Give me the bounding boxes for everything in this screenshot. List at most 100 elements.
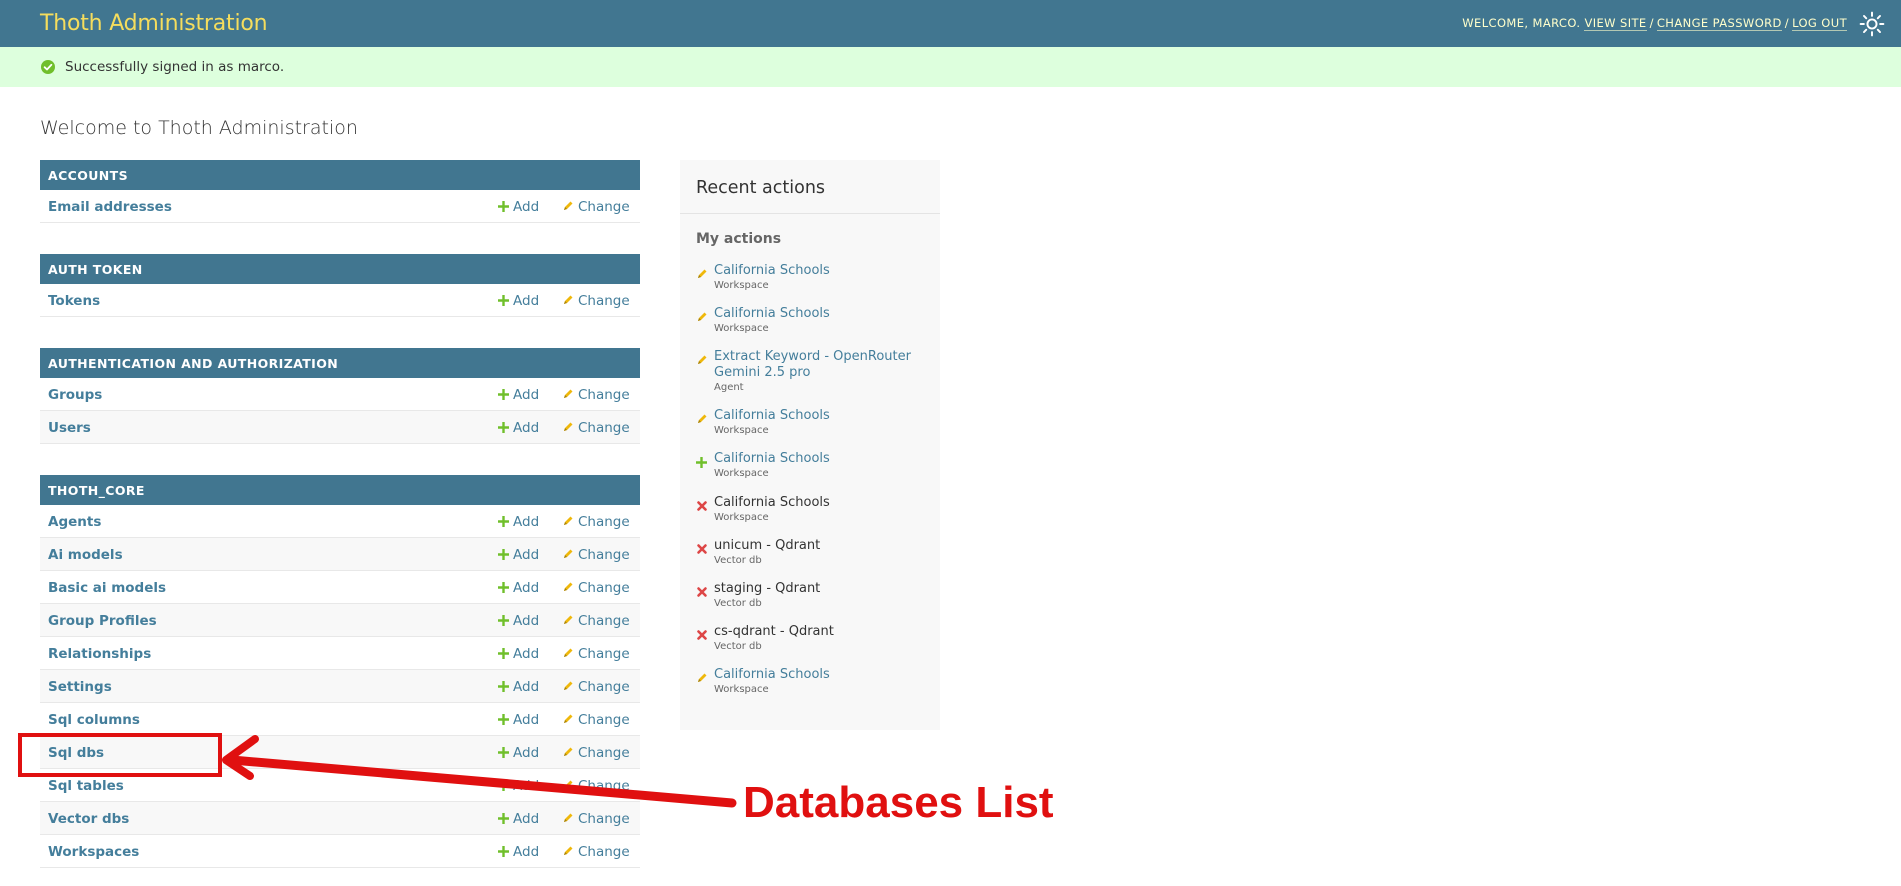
change-link[interactable]: Change bbox=[562, 811, 630, 827]
header: Thoth Administration WELCOME, MARCO. VIE… bbox=[0, 0, 1901, 47]
add-icon bbox=[497, 811, 513, 827]
add-link[interactable]: Add bbox=[497, 293, 540, 309]
change-label: Change bbox=[578, 646, 630, 662]
add-link[interactable]: Add bbox=[497, 387, 540, 403]
app-caption[interactable]: AUTHENTICATION AND AUTHORIZATION bbox=[40, 348, 640, 378]
model-link-basic-ai-models[interactable]: Basic ai models bbox=[48, 580, 166, 596]
delete-icon bbox=[696, 626, 708, 640]
add-link[interactable]: Add bbox=[497, 646, 539, 662]
change-label: Change bbox=[578, 547, 630, 563]
add-link[interactable]: Add bbox=[497, 778, 539, 794]
change-link[interactable]: Change bbox=[562, 679, 630, 695]
view-site-link[interactable]: VIEW SITE bbox=[1584, 16, 1647, 31]
app-caption[interactable]: AUTH TOKEN bbox=[40, 254, 640, 284]
add-link[interactable]: Add bbox=[497, 420, 539, 436]
model-link-vector-dbs[interactable]: Vector dbs bbox=[48, 811, 129, 827]
add-label: Add bbox=[513, 293, 540, 309]
add-link[interactable]: Add bbox=[497, 199, 540, 215]
model-link-workspaces[interactable]: Workspaces bbox=[48, 844, 139, 860]
change-link[interactable]: Change bbox=[562, 547, 630, 563]
add-label: Add bbox=[513, 811, 540, 827]
change-link[interactable]: Change bbox=[562, 844, 630, 860]
change-password-link[interactable]: CHANGE PASSWORD bbox=[1656, 16, 1782, 31]
model-link-email-addresses[interactable]: Email addresses bbox=[48, 199, 172, 215]
pencil-icon bbox=[696, 265, 708, 278]
add-link[interactable]: Add bbox=[497, 745, 539, 761]
action-title[interactable]: California Schools bbox=[714, 408, 934, 424]
model-row-basic-ai-models: Basic ai models Add Change bbox=[40, 571, 640, 604]
add-label: Add bbox=[513, 580, 540, 596]
model-link-users[interactable]: Users bbox=[48, 420, 91, 436]
action-content-type: Vector db bbox=[714, 555, 762, 566]
model-row-settings: Settings Add Change bbox=[40, 670, 640, 703]
add-link[interactable]: Add bbox=[497, 547, 539, 563]
action-title[interactable]: California Schools bbox=[714, 667, 934, 683]
divider bbox=[680, 213, 940, 214]
recent-actions-panel: Recent actions My actions California Sch… bbox=[680, 160, 940, 730]
change-link[interactable]: Change bbox=[562, 745, 630, 761]
add-icon bbox=[497, 199, 513, 215]
model-row-vector-dbs: Vector dbs Add Change bbox=[40, 802, 640, 835]
add-label: Add bbox=[513, 199, 540, 215]
pencil-icon bbox=[562, 745, 578, 761]
sun-icon[interactable] bbox=[1859, 11, 1885, 37]
app-caption[interactable]: ACCOUNTS bbox=[40, 160, 640, 190]
check-circle-icon bbox=[41, 60, 55, 74]
add-icon bbox=[497, 387, 513, 403]
app-caption[interactable]: THOTH_CORE bbox=[40, 475, 640, 505]
delete-icon bbox=[696, 583, 708, 597]
model-row-users: Users Add Change bbox=[40, 411, 640, 444]
change-link[interactable]: Change bbox=[562, 293, 630, 309]
model-link-ai-models[interactable]: Ai models bbox=[48, 547, 123, 563]
model-row-groups: Groups Add Change bbox=[40, 378, 640, 411]
pencil-icon bbox=[696, 410, 708, 423]
add-label: Add bbox=[513, 712, 540, 728]
add-link[interactable]: Add bbox=[497, 844, 539, 860]
action-title: staging - Qdrant bbox=[714, 581, 821, 596]
pencil-icon bbox=[696, 351, 708, 364]
change-link[interactable]: Change bbox=[562, 514, 630, 530]
model-link-relationships[interactable]: Relationships bbox=[48, 646, 151, 662]
action-content-type: Workspace bbox=[714, 280, 769, 291]
change-link[interactable]: Change bbox=[562, 387, 630, 403]
add-link[interactable]: Add bbox=[497, 712, 540, 728]
add-label: Add bbox=[513, 387, 540, 403]
add-link[interactable]: Add bbox=[497, 679, 539, 695]
recent-actions-title: Recent actions bbox=[696, 178, 826, 198]
message-text: Successfully signed in as marco. bbox=[65, 59, 285, 75]
change-link[interactable]: Change bbox=[562, 646, 630, 662]
pencil-icon bbox=[562, 387, 578, 403]
add-icon bbox=[695, 453, 708, 469]
action-title[interactable]: Extract Keyword - OpenRouter Gemini 2.5 … bbox=[714, 349, 934, 381]
action-title[interactable]: California Schools bbox=[714, 263, 934, 279]
site-brand[interactable]: Thoth Administration bbox=[40, 11, 268, 36]
model-link-settings[interactable]: Settings bbox=[48, 679, 112, 695]
change-link[interactable]: Change bbox=[562, 712, 630, 728]
change-link[interactable]: Change bbox=[562, 199, 630, 215]
model-link-sql-columns[interactable]: Sql columns bbox=[48, 712, 140, 728]
model-link-agents[interactable]: Agents bbox=[48, 514, 101, 530]
add-link[interactable]: Add bbox=[497, 580, 540, 596]
add-link[interactable]: Add bbox=[497, 514, 539, 530]
action-title[interactable]: California Schools bbox=[714, 306, 934, 322]
action-title: cs-qdrant - Qdrant bbox=[714, 624, 834, 639]
change-link[interactable]: Change bbox=[562, 420, 630, 436]
pencil-icon bbox=[562, 514, 578, 530]
model-row-relationships: Relationships Add Change bbox=[40, 637, 640, 670]
add-link[interactable]: Add bbox=[497, 811, 540, 827]
change-link[interactable]: Change bbox=[562, 778, 630, 794]
add-icon bbox=[497, 844, 513, 860]
action-content-type: Workspace bbox=[714, 684, 769, 695]
action-title: unicum - Qdrant bbox=[714, 538, 821, 553]
change-link[interactable]: Change bbox=[562, 613, 630, 629]
change-label: Change bbox=[578, 199, 630, 215]
change-link[interactable]: Change bbox=[562, 580, 630, 596]
log-out-link[interactable]: LOG OUT bbox=[1792, 16, 1847, 31]
model-link-sql-tables[interactable]: Sql tables bbox=[48, 778, 124, 794]
model-link-tokens[interactable]: Tokens bbox=[48, 293, 100, 309]
pencil-icon bbox=[696, 669, 708, 682]
add-link[interactable]: Add bbox=[497, 613, 539, 629]
model-link-groups[interactable]: Groups bbox=[48, 387, 102, 403]
action-title[interactable]: California Schools bbox=[714, 451, 934, 467]
model-link-group-profiles[interactable]: Group Profiles bbox=[48, 613, 157, 629]
